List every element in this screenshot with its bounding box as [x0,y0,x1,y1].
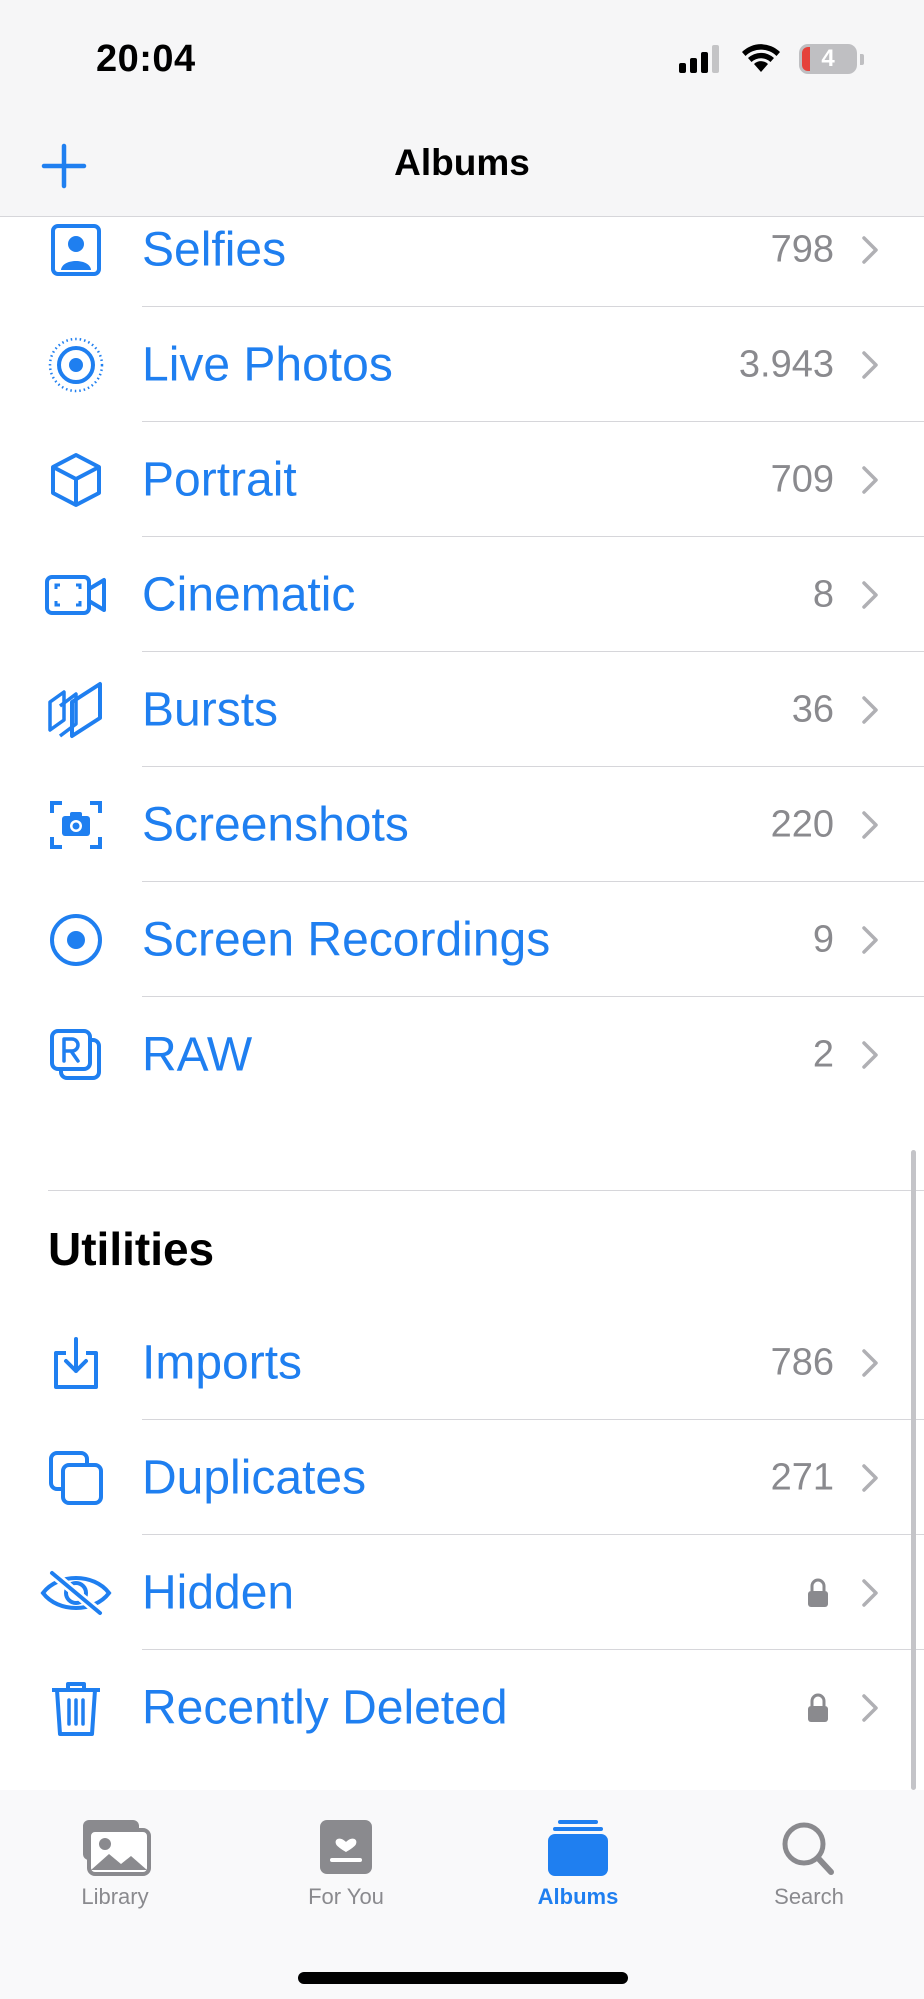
chevron-right-icon [862,1693,878,1722]
record-icon [40,904,112,976]
screenshot-icon [40,789,112,861]
chevron-right-icon [862,235,878,264]
album-count: 9 [812,918,834,960]
page-title: Albums [394,142,530,183]
tab-search[interactable]: Search [719,1818,899,1910]
chevron-right-icon [862,1578,878,1607]
album-label: Portrait [142,453,297,506]
album-row-hidden[interactable]: Hidden [0,1535,924,1650]
album-row-cinematic[interactable]: Cinematic 8 [0,537,924,652]
album-row-raw[interactable]: RAW 2 [0,997,924,1112]
lock-icon [808,1693,828,1722]
status-time: 20:04 [96,38,196,80]
tab-label: Albums [537,1884,619,1909]
trash-icon [40,1672,112,1744]
for-you-icon [320,1820,372,1874]
album-label: Cinematic [142,568,356,621]
search-icon [782,1822,834,1875]
tab-for-you[interactable]: For You [256,1818,436,1910]
album-label: Duplicates [142,1451,367,1504]
bursts-icon [40,674,112,746]
cellular-signal-icon [679,45,719,73]
home-indicator[interactable] [298,1972,628,1984]
eye-slash-icon [40,1557,112,1629]
album-count: 271 [770,1456,834,1498]
battery-tip [860,53,864,65]
album-label: Hidden [142,1566,295,1619]
tab-label: Library [81,1884,149,1909]
tab-library[interactable]: Library [25,1818,205,1910]
cinematic-icon [40,559,112,631]
album-row-screen-recordings[interactable]: Screen Recordings 9 [0,882,924,997]
duplicates-icon [40,1442,112,1514]
album-row-screenshots[interactable]: Screenshots 220 [0,767,924,882]
selfie-icon [40,214,112,286]
album-count: 36 [791,688,834,730]
album-label: Recently Deleted [142,1681,508,1734]
album-count: 709 [770,458,834,500]
tab-albums[interactable]: Albums [488,1818,668,1910]
import-icon [40,1327,112,1399]
album-row-portrait[interactable]: Portrait 709 [0,422,924,537]
album-count: 2 [812,1033,834,1075]
album-row-imports[interactable]: Imports 786 [0,1305,924,1420]
wifi-icon [742,44,780,72]
lock-icon [808,1578,828,1607]
album-count: 220 [770,803,834,845]
photos-icon [83,1820,151,1876]
album-row-selfies[interactable]: Selfies 798 [0,192,924,307]
album-count: 3.943 [738,343,834,385]
album-row-duplicates[interactable]: Duplicates 271 [0,1420,924,1535]
chevron-right-icon [862,350,878,379]
status-bar: 20:04 4 [0,0,924,120]
album-label: Screenshots [142,798,409,851]
live-photo-icon [40,329,112,401]
chevron-right-icon [862,465,878,494]
chevron-right-icon [862,695,878,724]
albums-icon [548,1820,608,1876]
album-label: Selfies [142,223,287,276]
chevron-right-icon [862,1348,878,1377]
album-count: 798 [770,228,834,270]
chevron-right-icon [862,925,878,954]
album-count: 786 [770,1341,834,1383]
album-label: RAW [142,1028,253,1081]
raw-icon [40,1019,112,1091]
album-count: 8 [812,573,834,615]
battery-icon: 4 [799,44,857,74]
album-row-bursts[interactable]: Bursts 36 [0,652,924,767]
status-icons: 4 [679,44,864,74]
album-row-live-photos[interactable]: Live Photos 3.943 [0,307,924,422]
album-label: Imports [142,1336,303,1389]
tab-label: For You [308,1884,384,1909]
album-label: Bursts [142,683,279,736]
tab-label: Search [774,1884,844,1909]
tab-bar: Library For You Albums Search [0,1790,924,1999]
album-label: Screen Recordings [142,913,551,966]
section-divider [48,1190,924,1191]
section-title-utilities: Utilities [48,1223,215,1275]
album-row-recently-deleted[interactable]: Recently Deleted [0,1650,924,1765]
chevron-right-icon [862,810,878,839]
scroll-indicator[interactable] [911,1150,916,1790]
chevron-right-icon [862,1463,878,1492]
chevron-right-icon [862,1040,878,1069]
battery-level: 4 [821,45,835,72]
cube-icon [40,444,112,516]
album-label: Live Photos [142,338,393,391]
chevron-right-icon [862,580,878,609]
